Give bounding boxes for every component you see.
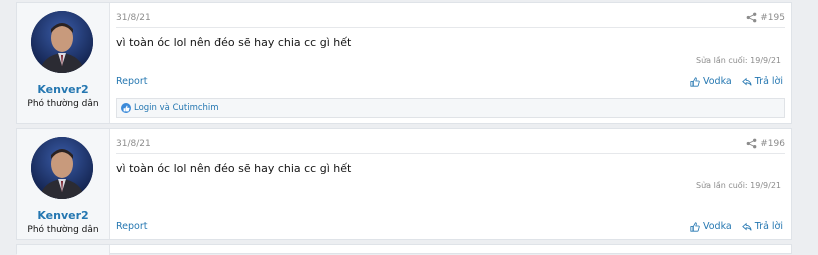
reply-button[interactable]: Trả lời [741,76,783,87]
post-main-cell: 31/8/21 #196 vì toàn óc lol nên đéo sẽ h… [109,129,791,239]
avatar[interactable] [31,11,93,73]
reply-icon [741,222,752,231]
post-actions: Vodka Trả lời [690,221,783,232]
report-link[interactable]: Report [116,221,148,232]
post-content: vì toàn óc lol nên đéo sẽ hay chia cc gì… [116,162,352,175]
reaction-label: Vodka [702,76,732,87]
post-date[interactable]: 31/8/21 [116,139,151,149]
username[interactable]: Kenver2 [17,83,109,96]
header-divider [116,153,785,154]
reaction-label: Vodka [702,221,732,232]
reply-label: Trả lời [754,76,783,87]
post-actions: Vodka Trả lời [690,76,783,87]
share-icon[interactable] [746,138,757,149]
reaction-button[interactable]: Vodka [690,221,732,232]
post-user-cell [17,245,110,255]
post-user-cell: Kenver2 Phó thường dân [17,129,110,239]
share-icon[interactable] [746,12,757,23]
reply-label: Trả lời [754,221,783,232]
user-title: Phó thường dân [27,99,99,109]
header-divider [116,27,785,28]
post-user-cell: Kenver2 Phó thường dân [17,3,110,123]
post-195: Kenver2 Phó thường dân 31/8/21 #195 vì t… [16,2,792,124]
post-content: vì toàn óc lol nên đéo sẽ hay chia cc gì… [116,36,352,49]
reaction-button[interactable]: Vodka [690,76,732,87]
post-number[interactable]: #196 [760,139,785,149]
reply-button[interactable]: Trả lời [741,221,783,232]
username[interactable]: Kenver2 [17,209,109,222]
post-next-partial [16,244,792,255]
post-196: Kenver2 Phó thường dân 31/8/21 #196 vì t… [16,128,792,240]
reactions-text: Login và Cutimchim [134,103,219,113]
post-number[interactable]: #195 [760,13,785,23]
avatar[interactable] [31,137,93,199]
post-date[interactable]: 31/8/21 [116,13,151,23]
user-title: Phó thường dân [27,225,99,235]
thumbs-up-icon [690,76,700,87]
reply-icon [741,77,752,86]
like-icon [121,103,131,113]
last-edited: Sửa lần cuối: 19/9/21 [696,56,781,65]
thumbs-up-icon [690,221,700,232]
reactions-bar[interactable]: Login và Cutimchim [116,98,785,118]
last-edited: Sửa lần cuối: 19/9/21 [696,181,781,190]
post-main-cell: 31/8/21 #195 vì toàn óc lol nên đéo sẽ h… [109,3,791,123]
report-link[interactable]: Report [116,76,148,87]
